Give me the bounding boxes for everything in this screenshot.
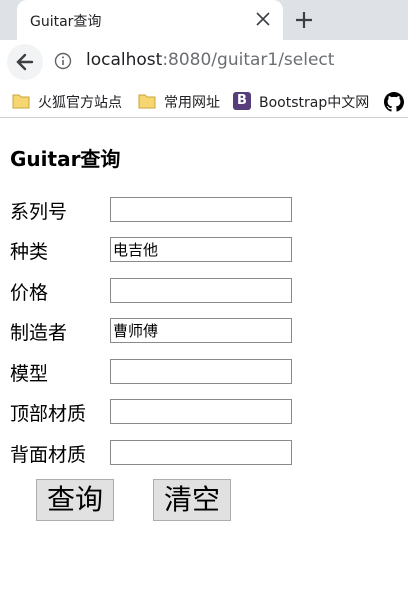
form-row-back-wood: 背面材质 bbox=[0, 440, 408, 468]
browser-tab[interactable]: Guitar查询 bbox=[17, 0, 283, 40]
serial-number-label: 系列号 bbox=[10, 201, 68, 223]
type-input[interactable] bbox=[110, 237, 292, 262]
form-row-type: 种类 bbox=[0, 237, 408, 265]
url-host: localhost bbox=[86, 50, 163, 70]
folder-icon bbox=[138, 94, 156, 109]
back-button[interactable] bbox=[7, 44, 43, 80]
url-path: :8080/guitar1/select bbox=[162, 50, 335, 70]
new-tab-icon[interactable] bbox=[294, 10, 314, 30]
serial-number-input[interactable] bbox=[110, 197, 292, 222]
close-icon[interactable] bbox=[255, 11, 271, 27]
bookmark-label: Bootstrap中文网 bbox=[259, 95, 370, 111]
bookmark-label: 火狐官方站点 bbox=[38, 95, 122, 111]
model-input[interactable] bbox=[110, 359, 292, 384]
price-input[interactable] bbox=[110, 278, 292, 303]
top-wood-input[interactable] bbox=[110, 399, 292, 424]
github-icon[interactable] bbox=[384, 92, 404, 112]
back-wood-input[interactable] bbox=[110, 440, 292, 465]
form-row-top-wood: 顶部材质 bbox=[0, 399, 408, 427]
builder-label: 制造者 bbox=[10, 322, 68, 344]
form-row-serial-number: 系列号 bbox=[0, 197, 408, 225]
top-wood-label: 顶部材质 bbox=[10, 403, 87, 425]
page-title: Guitar查询 bbox=[10, 147, 121, 171]
builder-input[interactable] bbox=[110, 318, 292, 343]
clear-button[interactable]: 清空 bbox=[153, 479, 232, 521]
form-row-builder: 制造者 bbox=[0, 318, 408, 346]
back-wood-label: 背面材质 bbox=[10, 444, 87, 466]
form-row-model: 模型 bbox=[0, 359, 408, 387]
price-label: 价格 bbox=[10, 282, 49, 304]
bookmarks-bar: 火狐官方站点 常用网址 B Bootstrap中文网 bbox=[0, 85, 408, 118]
query-button[interactable]: 查询 bbox=[36, 479, 115, 521]
navigation-bar: localhost:8080/guitar1/select bbox=[0, 40, 408, 85]
form-row-price: 价格 bbox=[0, 278, 408, 306]
info-icon[interactable] bbox=[54, 52, 72, 70]
tab-title: Guitar查询 bbox=[30, 14, 102, 30]
bookmark-label: 常用网址 bbox=[164, 95, 220, 111]
back-arrow-icon bbox=[16, 53, 34, 71]
bootstrap-icon: B bbox=[233, 92, 251, 110]
tab-bar: Guitar查询 bbox=[0, 0, 408, 40]
address-bar[interactable]: localhost:8080/guitar1/select bbox=[86, 50, 334, 70]
folder-icon bbox=[12, 94, 30, 109]
model-label: 模型 bbox=[10, 363, 49, 385]
type-label: 种类 bbox=[10, 241, 49, 263]
